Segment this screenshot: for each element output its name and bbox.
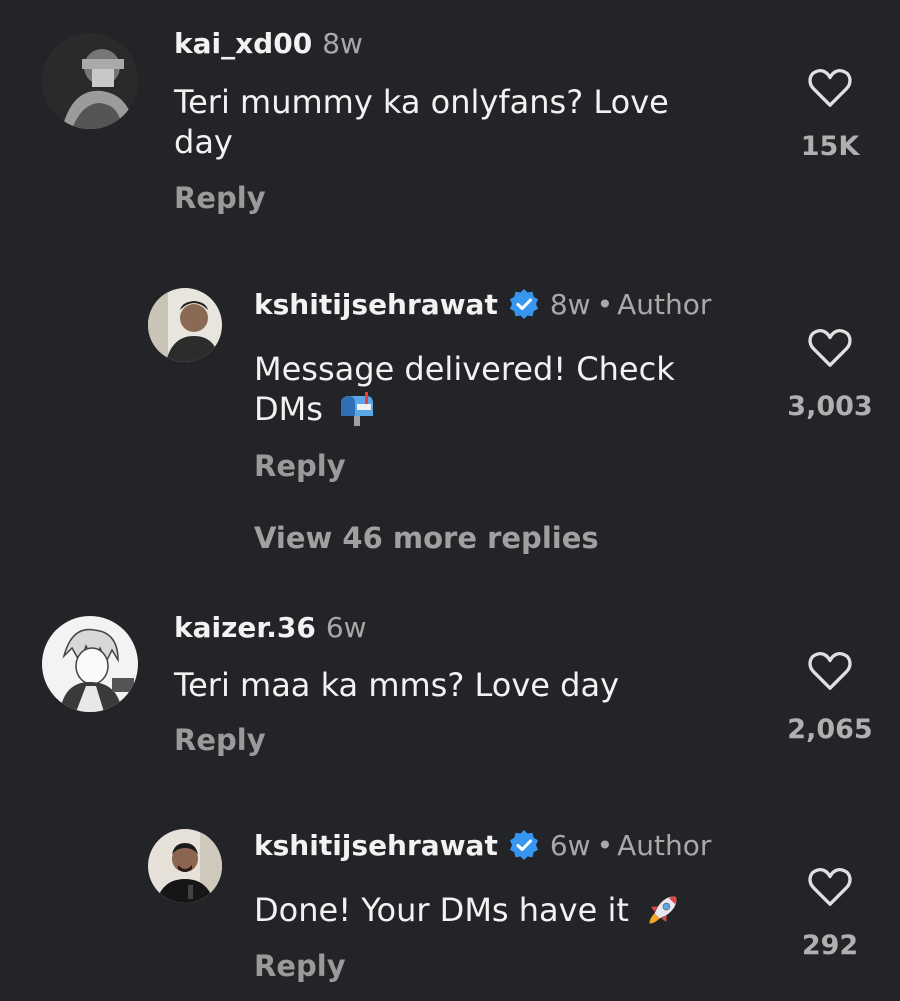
username[interactable]: kaizer.36 bbox=[174, 611, 316, 644]
like-count: 3,003 bbox=[787, 391, 873, 422]
like-section: 2,065 bbox=[775, 650, 885, 746]
mailbox-emoji-icon bbox=[341, 392, 374, 426]
rocket-emoji-icon bbox=[649, 896, 677, 924]
like-count: 292 bbox=[801, 930, 859, 961]
comment-text-content: Done! Your DMs have it bbox=[254, 891, 629, 929]
man-portrait-avatar-icon bbox=[148, 829, 222, 903]
avatar[interactable] bbox=[42, 33, 138, 129]
timestamp: 6w bbox=[549, 829, 591, 862]
comment-meta: kai_xd00 8w bbox=[174, 27, 363, 61]
comment-meta: kaizer.36 6w bbox=[174, 611, 367, 645]
username[interactable]: kai_xd00 bbox=[174, 27, 312, 60]
comment-text-content: Message delivered! Check DMs bbox=[254, 350, 675, 428]
comment-item: kaizer.36 6w Teri maa ka mms? Love day Re… bbox=[0, 595, 900, 795]
avatar[interactable] bbox=[148, 829, 222, 903]
comment-text: Done! Your DMs have it bbox=[254, 890, 744, 930]
reply-item: kshitijsehrawat 8w • Author Message delive… bbox=[0, 270, 900, 570]
avatar[interactable] bbox=[42, 616, 138, 712]
comment-text: Teri mummy ka onlyfans? Love day bbox=[174, 83, 669, 161]
reply-button[interactable]: Reply bbox=[174, 181, 266, 215]
reply-button[interactable]: Reply bbox=[254, 949, 346, 983]
like-count: 15K bbox=[800, 131, 860, 162]
mono-portrait-avatar-icon bbox=[42, 33, 138, 129]
reply-button[interactable]: Reply bbox=[174, 723, 266, 757]
comment-meta: kshitijsehrawat 6w • Author bbox=[254, 829, 711, 863]
separator-dot: • bbox=[596, 288, 614, 321]
comment-meta: kshitijsehrawat 8w • Author bbox=[254, 288, 711, 322]
timestamp: 6w bbox=[325, 611, 367, 644]
view-more-replies-button[interactable]: View 46 more replies bbox=[254, 521, 599, 555]
heart-icon[interactable] bbox=[807, 67, 853, 109]
verified-badge-icon bbox=[509, 289, 538, 319]
avatar[interactable] bbox=[148, 288, 222, 362]
timestamp: 8w bbox=[322, 27, 363, 60]
username[interactable]: kshitijsehrawat bbox=[254, 829, 498, 862]
heart-icon[interactable] bbox=[807, 327, 853, 369]
verified-badge-icon bbox=[509, 830, 538, 860]
username[interactable]: kshitijsehrawat bbox=[254, 288, 498, 321]
author-badge: Author bbox=[617, 829, 712, 862]
like-count: 2,065 bbox=[787, 714, 873, 745]
reply-item: kshitijsehrawat 6w • Author Done! Your DMs… bbox=[0, 812, 900, 1001]
separator-dot: • bbox=[596, 829, 614, 862]
like-section: 292 bbox=[775, 866, 885, 962]
author-badge: Author bbox=[617, 288, 712, 321]
man-portrait-avatar-icon bbox=[148, 288, 222, 362]
heart-icon[interactable] bbox=[807, 866, 853, 908]
comment-text: Message delivered! Check DMs bbox=[254, 349, 724, 429]
like-section: 3,003 bbox=[775, 327, 885, 423]
like-section: 15K bbox=[775, 67, 885, 163]
comment-text: Teri maa ka mms? Love day bbox=[174, 666, 619, 704]
comment-item: kai_xd00 8w Teri mummy ka onlyfans? Love … bbox=[0, 0, 900, 240]
reply-button[interactable]: Reply bbox=[254, 449, 346, 483]
anime-sketch-avatar-icon bbox=[42, 616, 138, 712]
heart-icon[interactable] bbox=[807, 650, 853, 692]
timestamp: 8w bbox=[549, 288, 591, 321]
